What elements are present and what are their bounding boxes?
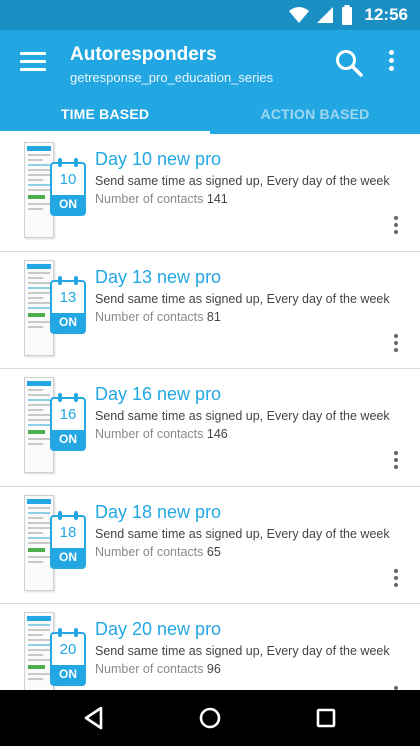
home-icon[interactable] — [196, 704, 224, 732]
item-title: Day 16 new pro — [95, 384, 222, 404]
page-title: Autoresponders — [70, 44, 217, 65]
item-contacts: Number of contacts 65 — [95, 544, 221, 560]
calendar-day: 16 — [59, 406, 77, 423]
contacts-label: Number of contacts — [95, 544, 204, 559]
item-description: Send same time as signed up, Every day o… — [95, 644, 390, 658]
message-thumbnail: 20 ON — [22, 612, 86, 690]
item-title: Day 18 new pro — [95, 501, 222, 522]
message-thumbnail: 18 ON — [22, 494, 86, 593]
search-icon[interactable] — [334, 48, 364, 78]
status-badge: ON — [52, 195, 84, 214]
tab-bar: TIME BASED ACTION BASED — [0, 96, 420, 134]
status-badge: ON — [52, 312, 84, 332]
status-time: 12:56 — [364, 5, 408, 24]
status-bar: 12:56 — [0, 0, 420, 30]
navigation-bar — [0, 690, 420, 746]
contacts-count: 81 — [206, 309, 221, 324]
item-contacts: Number of contacts 141 — [95, 191, 228, 207]
item-description: Send same time as signed up, Every day o… — [95, 526, 390, 541]
list-item[interactable]: 13 ON Day 13 new pro Send same time as s… — [0, 252, 420, 369]
tab-action-based[interactable]: ACTION BASED — [210, 96, 420, 134]
list-item[interactable]: 18 ON Day 18 new pro Send same time as s… — [0, 487, 420, 604]
menu-icon[interactable] — [20, 52, 46, 72]
list-item[interactable]: 20 ON Day 20 new pro Send same time as s… — [0, 604, 420, 690]
status-badge: ON — [52, 430, 84, 449]
calendar-icon: 20 ON — [50, 628, 86, 686]
message-thumbnail: 10 ON — [22, 142, 86, 240]
wifi-icon — [288, 7, 309, 23]
overflow-menu-icon[interactable] — [384, 50, 398, 76]
recents-icon[interactable] — [312, 704, 340, 732]
list-item[interactable]: 10 ON Day 10 new pro Send same time as s… — [0, 134, 420, 252]
calendar-icon: 16 ON — [50, 393, 86, 451]
app-bar: Autoresponders getresponse_pro_education… — [0, 30, 420, 134]
item-title: Day 20 new pro — [95, 619, 222, 639]
calendar-day: 20 — [59, 641, 77, 658]
calendar-icon: 13 ON — [50, 275, 86, 334]
item-description: Send same time as signed up, Every day o… — [95, 174, 390, 188]
contacts-count: 65 — [206, 544, 221, 559]
contacts-count: 146 — [206, 427, 228, 441]
contacts-label: Number of contacts — [95, 427, 204, 441]
contacts-label: Number of contacts — [95, 662, 204, 676]
tab-time-based[interactable]: TIME BASED — [0, 96, 210, 134]
back-icon[interactable] — [80, 704, 108, 732]
item-overflow-icon[interactable] — [392, 216, 400, 238]
item-contacts: Number of contacts 96 — [95, 661, 221, 677]
calendar-day: 18 — [59, 523, 77, 541]
item-overflow-icon[interactable] — [392, 333, 400, 356]
contacts-label: Number of contacts — [95, 192, 204, 206]
item-contacts: Number of contacts 146 — [95, 426, 228, 442]
list-item[interactable]: 16 ON Day 16 new pro Send same time as s… — [0, 369, 420, 487]
item-overflow-icon[interactable] — [392, 568, 400, 591]
status-icons: 12:56 — [288, 5, 408, 25]
status-badge: ON — [52, 547, 84, 567]
calendar-icon: 18 ON — [50, 510, 86, 569]
item-title: Day 13 new pro — [95, 266, 222, 287]
item-title: Day 10 new pro — [95, 149, 222, 169]
campaign-name: getresponse_pro_education_series — [70, 70, 274, 85]
item-overflow-icon[interactable] — [392, 451, 400, 473]
status-badge: ON — [52, 665, 84, 684]
signal-icon — [316, 7, 333, 23]
contacts-count: 96 — [206, 662, 221, 676]
calendar-day: 10 — [59, 171, 77, 188]
calendar-icon: 10 ON — [50, 158, 86, 216]
contacts-count: 141 — [206, 192, 228, 206]
autoresponder-list: 10 ON Day 10 new pro Send same time as s… — [0, 134, 420, 690]
item-description: Send same time as signed up, Every day o… — [95, 409, 390, 423]
item-contacts: Number of contacts 81 — [95, 309, 221, 325]
calendar-day: 13 — [59, 288, 77, 306]
message-thumbnail: 16 ON — [22, 377, 86, 475]
contacts-label: Number of contacts — [95, 309, 204, 324]
battery-icon — [341, 5, 352, 25]
item-description: Send same time as signed up, Every day o… — [95, 291, 390, 306]
message-thumbnail: 13 ON — [22, 259, 86, 358]
title-block: Autoresponders getresponse_pro_education… — [70, 44, 273, 87]
